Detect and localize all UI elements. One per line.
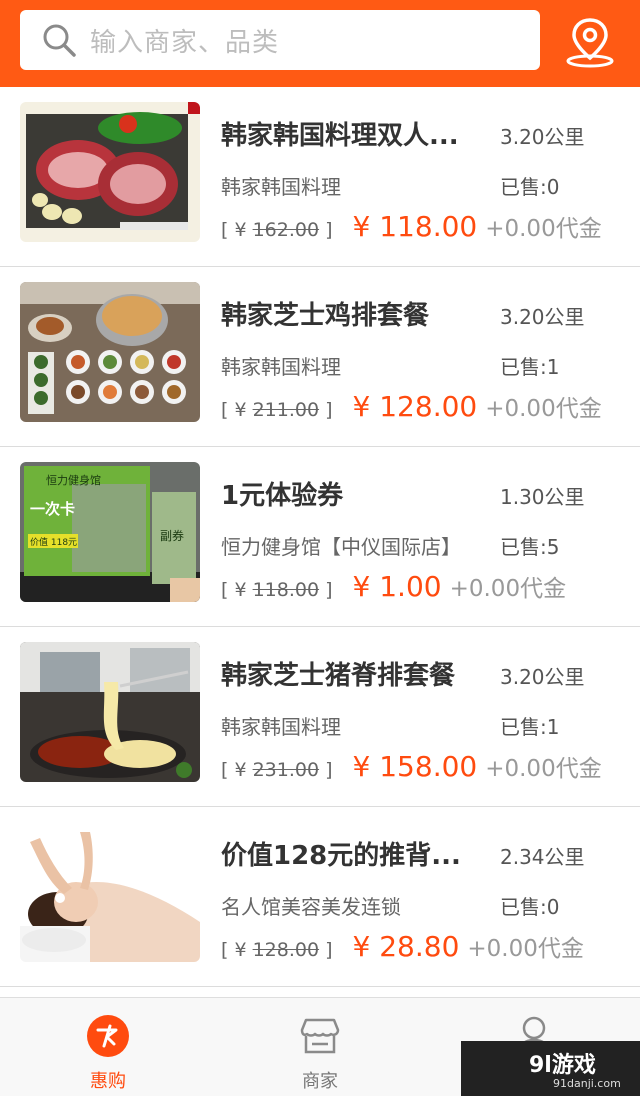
shop-name: 韩家韩国料理 xyxy=(221,355,341,379)
deal-icon xyxy=(87,1015,129,1057)
shop-name: 名人馆美容美发连锁 xyxy=(221,895,401,919)
price-row: [ ¥ 231.00 ] ¥ 158.00 +0.00代金 xyxy=(221,749,602,783)
voucher-amount: +0.00代金 xyxy=(485,396,602,422)
search-icon xyxy=(43,24,76,57)
deal-thumbnail: 恒力健身馆 一次卡 价值 118元 副券 xyxy=(20,462,200,602)
deal-title: 韩家芝士鸡排套餐 xyxy=(221,301,430,331)
search-box[interactable]: 输入商家、品类 xyxy=(20,10,540,70)
list-item[interactable]: 韩家芝士鸡排套餐 3.20公里 韩家韩国料理 已售:1 [ ¥ 211.00 ]… xyxy=(0,267,640,447)
deal-title: 1元体验券 xyxy=(221,481,344,511)
list-item[interactable]: 韩家韩国料理双人... 3.20公里 韩家韩国料理 已售:0 [ ¥ 162.0… xyxy=(0,87,640,267)
watermark-url: 91danji.com xyxy=(553,1077,621,1090)
deal-list: 韩家韩国料理双人... 3.20公里 韩家韩国料理 已售:0 [ ¥ 162.0… xyxy=(0,87,640,987)
store-icon xyxy=(300,1018,340,1054)
svg-text:副券: 副券 xyxy=(160,528,184,543)
original-price: [ ¥ 231.00 ] xyxy=(221,759,333,781)
original-price: [ ¥ 211.00 ] xyxy=(221,399,333,421)
price-row: [ ¥ 211.00 ] ¥ 128.00 +0.00代金 xyxy=(221,389,602,423)
sale-price: ¥ 128.00 xyxy=(352,390,478,423)
list-item[interactable]: 价值128元的推背... 2.34公里 名人馆美容美发连锁 已售:0 [ ¥ 1… xyxy=(0,807,640,987)
svg-text:一次卡: 一次卡 xyxy=(30,500,75,518)
sale-price: ¥ 28.80 xyxy=(352,930,460,963)
sold-count: 已售:0 xyxy=(500,175,560,199)
deal-thumbnail xyxy=(20,642,200,782)
distance-label: 3.20公里 xyxy=(500,305,585,329)
location-pin-icon[interactable] xyxy=(562,14,618,70)
deal-title: 价值128元的推背... xyxy=(221,841,461,871)
list-item[interactable]: 韩家芝士猪脊排套餐 3.20公里 韩家韩国料理 已售:1 [ ¥ 231.00 … xyxy=(0,627,640,807)
price-row: [ ¥ 128.00 ] ¥ 28.80 +0.00代金 xyxy=(221,929,584,963)
tab-stores-label: 商家 xyxy=(302,1071,338,1092)
list-item[interactable]: 恒力健身馆 一次卡 价值 118元 副券 1元体验券 1.30公里 恒力健身馆【… xyxy=(0,447,640,627)
search-placeholder: 输入商家、品类 xyxy=(90,27,280,58)
deal-title: 韩家韩国料理双人... xyxy=(221,121,459,151)
shop-name: 恒力健身馆【中仪国际店】 xyxy=(221,535,461,559)
tab-deals-label: 惠购 xyxy=(90,1071,126,1092)
deal-title: 韩家芝士猪脊排套餐 xyxy=(221,661,456,691)
sold-count: 已售:1 xyxy=(500,355,560,379)
tab-deals[interactable]: 惠购 xyxy=(48,998,168,1096)
distance-label: 3.20公里 xyxy=(500,125,585,149)
original-price: [ ¥ 118.00 ] xyxy=(221,579,333,601)
price-row: [ ¥ 118.00 ] ¥ 1.00 +0.00代金 xyxy=(221,569,566,603)
deal-thumbnail xyxy=(20,822,200,962)
header-bar: 输入商家、品类 xyxy=(0,0,640,87)
original-price: [ ¥ 128.00 ] xyxy=(221,939,333,961)
watermark-logo: 9l游戏 xyxy=(529,1053,596,1078)
sold-count: 已售:1 xyxy=(500,715,560,739)
sale-price: ¥ 118.00 xyxy=(352,210,478,243)
voucher-amount: +0.00代金 xyxy=(467,936,584,962)
deal-thumbnail xyxy=(20,282,200,422)
shop-name: 韩家韩国料理 xyxy=(221,715,341,739)
sold-count: 已售:5 xyxy=(500,535,560,559)
svg-text:恒力健身馆: 恒力健身馆 xyxy=(46,473,101,487)
voucher-amount: +0.00代金 xyxy=(485,216,602,242)
distance-label: 2.34公里 xyxy=(500,845,585,869)
price-row: [ ¥ 162.00 ] ¥ 118.00 +0.00代金 xyxy=(221,209,602,243)
sale-price: ¥ 158.00 xyxy=(352,750,478,783)
voucher-amount: +0.00代金 xyxy=(485,756,602,782)
sold-count: 已售:0 xyxy=(500,895,560,919)
distance-label: 3.20公里 xyxy=(500,665,585,689)
shop-name: 韩家韩国料理 xyxy=(221,175,341,199)
svg-text:价值 118元: 价值 118元 xyxy=(30,536,77,548)
deal-thumbnail xyxy=(20,102,200,242)
distance-label: 1.30公里 xyxy=(500,485,585,509)
voucher-amount: +0.00代金 xyxy=(449,576,567,602)
tab-stores[interactable]: 商家 xyxy=(260,998,380,1096)
original-price: [ ¥ 162.00 ] xyxy=(221,219,333,241)
sale-price: ¥ 1.00 xyxy=(352,570,442,603)
watermark: 9l游戏 91danji.com xyxy=(461,1041,640,1096)
